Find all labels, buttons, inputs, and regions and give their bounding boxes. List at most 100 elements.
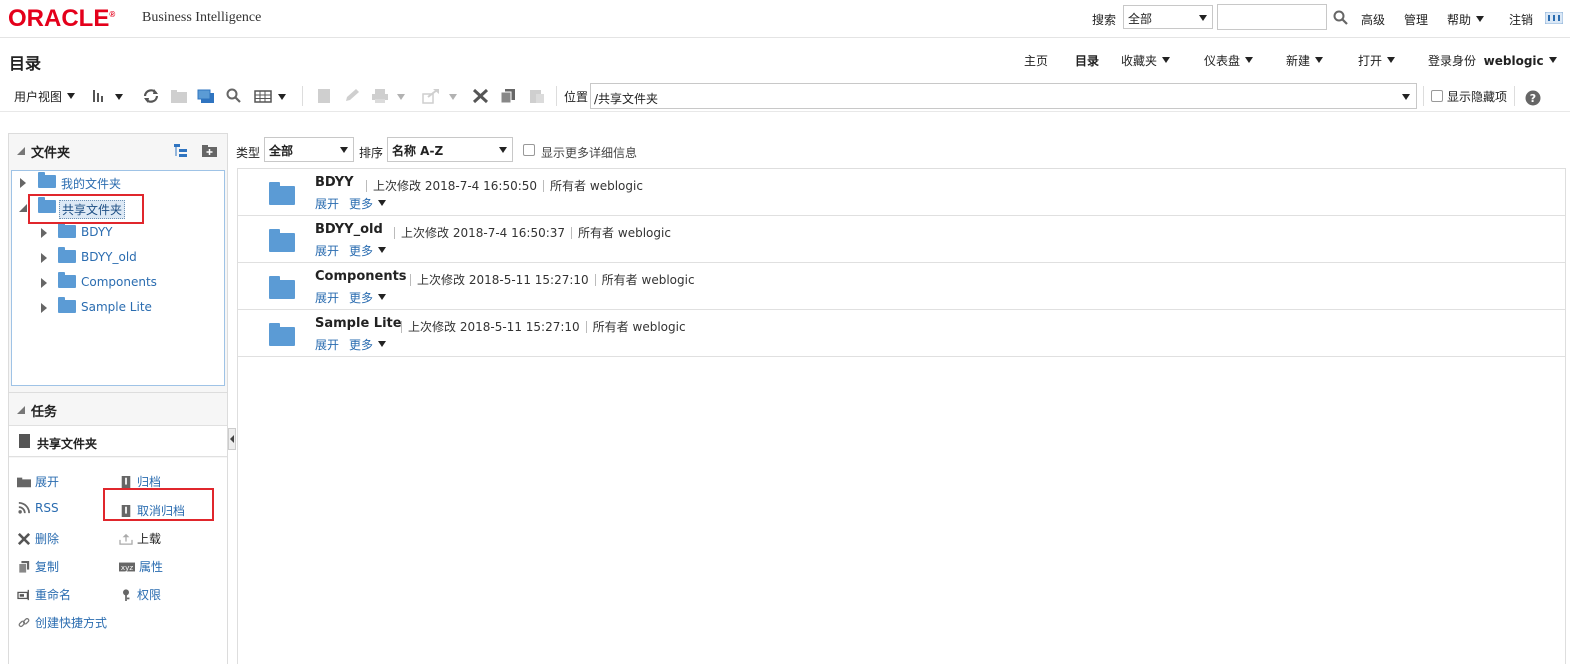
admin-link[interactable]: 管理 <box>1404 11 1428 28</box>
tasks-context-label: 共享文件夹 <box>37 437 98 451</box>
oracle-logo[interactable]: ORACLE® <box>8 5 115 33</box>
item-name[interactable]: BDYY <box>315 175 354 190</box>
share-icon <box>422 89 439 104</box>
tree-view-icon[interactable] <box>173 143 189 159</box>
item-meta: 上次修改 2018-5-11 15:27:10 所有者 weblogic <box>404 271 695 288</box>
type-label: 类型 <box>236 146 261 160</box>
sort-select[interactable]: 名称 A-Z <box>387 137 513 162</box>
tree-item-bdyy-old[interactable]: BDYY_old <box>12 247 222 268</box>
more-details-checkbox[interactable] <box>523 144 535 156</box>
edit-pencil-icon <box>346 89 359 101</box>
show-hidden-checkbox[interactable] <box>1431 90 1443 102</box>
collapse-triangle-icon[interactable] <box>17 406 25 414</box>
item-more-menu[interactable]: 更多 <box>349 195 387 212</box>
expand-arrow-icon[interactable] <box>41 303 47 313</box>
search-scope-select[interactable]: 全部 <box>1123 5 1213 29</box>
item-meta: 上次修改 2018-7-4 16:50:37 所有者 weblogic <box>388 224 671 241</box>
search-icon[interactable] <box>1333 10 1348 25</box>
folders-panel-title: 文件夹 <box>31 146 71 161</box>
collapse-triangle-icon[interactable] <box>17 147 25 155</box>
key-icon <box>123 589 130 601</box>
catalog-item-list: BDYY 上次修改 2018-7-4 16:50:50 所有者 weblogic … <box>237 168 1566 664</box>
item-name[interactable]: Components <box>315 269 407 284</box>
logout-link[interactable]: 注销 <box>1509 11 1533 28</box>
task-delete[interactable]: 删除 <box>17 530 59 547</box>
panel-collapse-handle[interactable] <box>228 428 236 450</box>
task-rss[interactable]: RSS <box>17 501 59 515</box>
upload-icon <box>119 533 133 545</box>
sort-label: 排序 <box>359 146 384 160</box>
help-icon[interactable]: ? <box>1525 90 1541 106</box>
page-title: 目录 <box>9 54 42 73</box>
task-permissions[interactable]: 权限 <box>119 586 161 603</box>
list-item[interactable]: Components 上次修改 2018-5-11 15:27:10 所有者 we… <box>238 263 1565 310</box>
accessibility-icon[interactable] <box>1545 12 1563 24</box>
folder-up-icon[interactable] <box>197 88 215 104</box>
top-header: ORACLE® Business Intelligence 搜索 全部 高级 管… <box>0 0 1570 38</box>
column-chooser-icon[interactable] <box>92 88 110 104</box>
tasks-context: 共享文件夹 <box>9 425 227 457</box>
nav-new[interactable]: 新建 <box>1286 52 1324 69</box>
list-item[interactable]: Sample Lite 上次修改 2018-5-11 15:27:10 所有者 w… <box>238 310 1565 357</box>
delete-x-icon[interactable] <box>472 88 490 104</box>
open-icon <box>318 89 330 103</box>
item-more-menu[interactable]: 更多 <box>349 242 387 259</box>
item-more-menu[interactable]: 更多 <box>349 289 387 306</box>
task-copy[interactable]: 复制 <box>17 558 59 575</box>
collapse-arrow-icon[interactable] <box>19 204 27 212</box>
item-name[interactable]: Sample Lite <box>315 316 402 331</box>
task-rename[interactable]: 重命名 <box>17 586 71 603</box>
folders-panel-header[interactable]: 文件夹 <box>9 134 227 166</box>
expand-arrow-icon[interactable] <box>41 253 47 263</box>
task-properties[interactable]: xyz 属性 <box>119 558 163 575</box>
copy-icon <box>18 561 30 573</box>
list-item[interactable]: BDYY 上次修改 2018-7-4 16:50:50 所有者 weblogic … <box>238 169 1565 216</box>
print-caret <box>397 94 405 100</box>
item-more-menu[interactable]: 更多 <box>349 336 387 353</box>
search-catalog-icon[interactable] <box>226 88 244 104</box>
tree-item-label: Components <box>81 275 157 289</box>
username: weblogic <box>1483 54 1544 68</box>
copy-icon[interactable] <box>500 88 518 104</box>
expand-arrow-icon[interactable] <box>41 228 47 238</box>
tree-item-bdyy[interactable]: BDYY <box>12 222 222 243</box>
more-details-label: 显示更多详细信息 <box>541 146 638 160</box>
expand-arrow-icon[interactable] <box>41 278 47 288</box>
item-expand-link[interactable]: 展开 <box>315 195 339 212</box>
paste-icon <box>530 90 544 103</box>
nav-dashboards[interactable]: 仪表盘 <box>1204 52 1254 69</box>
list-item[interactable]: BDYY_old 上次修改 2018-7-4 16:50:37 所有者 weblo… <box>238 216 1565 263</box>
grid-view-icon[interactable] <box>254 88 272 104</box>
task-expand[interactable]: 展开 <box>17 473 59 490</box>
item-expand-link[interactable]: 展开 <box>315 242 339 259</box>
item-expand-link[interactable]: 展开 <box>315 336 339 353</box>
advanced-link[interactable]: 高级 <box>1361 11 1385 28</box>
task-create-shortcut[interactable]: 创建快捷方式 <box>17 614 107 631</box>
folder-icon <box>58 272 76 288</box>
expand-arrow-icon[interactable] <box>20 178 26 188</box>
help-menu[interactable]: 帮助 <box>1447 11 1485 28</box>
location-value: /共享文件夹 <box>594 92 659 106</box>
view-mode-menu[interactable]: 用户视图 <box>14 88 76 105</box>
column-chooser-caret[interactable] <box>115 94 123 100</box>
login-menu[interactable]: 登录身份 weblogic <box>1428 52 1557 69</box>
add-folder-icon[interactable] <box>201 144 218 158</box>
nav-favorites[interactable]: 收藏夹 <box>1121 52 1171 69</box>
item-expand-link[interactable]: 展开 <box>315 289 339 306</box>
location-select[interactable]: /共享文件夹 <box>590 83 1417 109</box>
search-input[interactable] <box>1217 4 1327 30</box>
tree-item-components[interactable]: Components <box>12 272 222 293</box>
svg-text:xyz: xyz <box>121 563 133 572</box>
nav-open[interactable]: 打开 <box>1358 52 1396 69</box>
nav-home[interactable]: 主页 <box>1024 52 1048 69</box>
type-select[interactable]: 全部 <box>264 137 354 162</box>
folder-icon <box>269 323 295 346</box>
tree-item-my-folders[interactable]: 我的文件夹 <box>12 172 222 193</box>
refresh-icon[interactable] <box>142 88 160 104</box>
item-name[interactable]: BDYY_old <box>315 222 383 237</box>
tasks-panel-header[interactable]: 任务 <box>9 392 227 424</box>
task-upload[interactable]: 上载 <box>119 530 161 547</box>
grid-view-caret[interactable] <box>278 94 286 100</box>
nav-catalog[interactable]: 目录 <box>1075 52 1099 69</box>
tree-item-sample-lite[interactable]: Sample Lite <box>12 297 222 318</box>
